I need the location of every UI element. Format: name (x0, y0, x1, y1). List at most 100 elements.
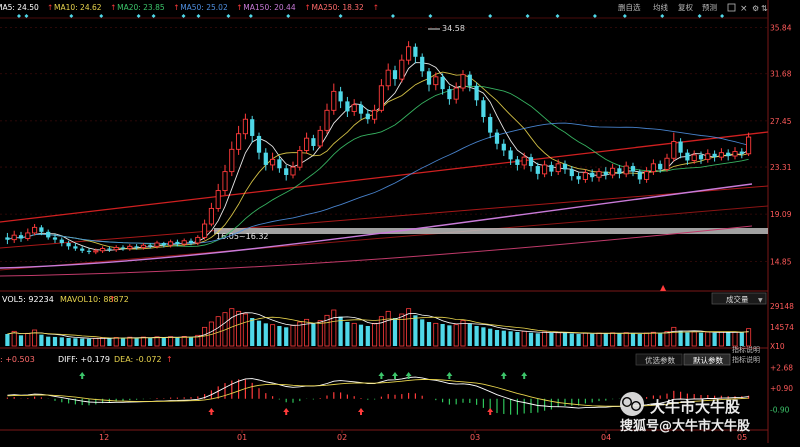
candle (453, 87, 459, 100)
volume-bar (610, 332, 616, 347)
volume-bar (25, 332, 31, 347)
volume-bar (154, 336, 160, 347)
mavol10-legend: MAVOL10: 88872 (60, 295, 129, 304)
volume-bar (134, 337, 139, 346)
volume-bar (576, 334, 581, 346)
candle (644, 171, 650, 180)
stock-chart: 16.05~16.32 34.58 MA5: 24.50 ↑ MA10: 24.62… (0, 0, 800, 443)
volume-bar (488, 328, 493, 346)
candle (32, 226, 38, 234)
volume-bar (107, 338, 112, 346)
dea-legend: DEA: -0.072 (114, 355, 162, 364)
candle (739, 151, 744, 154)
volume-bar (447, 325, 452, 346)
candle (188, 240, 194, 243)
candle (691, 154, 697, 161)
candle (515, 159, 520, 165)
volume-bar (528, 332, 534, 346)
candle (542, 164, 548, 175)
toolbar-item-adjust[interactable]: 复权 (678, 2, 693, 12)
volume-bar (474, 326, 479, 346)
candle (460, 74, 466, 89)
candle (555, 163, 561, 173)
candle (420, 56, 425, 72)
price-collapse-icon[interactable]: ▲ (660, 283, 667, 292)
x-tick-label: 01 (237, 433, 247, 442)
price-tick-label: 35.84 (770, 23, 792, 32)
volume-bar (358, 324, 364, 346)
candle (440, 76, 445, 90)
price-legend-item: MA5: 24.50 (0, 3, 39, 12)
macd-up-arrow-icon: ↑ (166, 355, 173, 364)
candle (284, 168, 289, 175)
candle (358, 104, 364, 114)
legend-up-arrow-icon: ↑ (236, 3, 242, 12)
candle (148, 245, 153, 247)
candle (413, 46, 418, 57)
volume-bar (263, 323, 268, 346)
volume-bar (549, 332, 554, 346)
volume-bar (297, 321, 303, 347)
volume-bar (236, 310, 242, 347)
volume-bar (86, 338, 92, 346)
volume-bar (542, 331, 548, 347)
volume-bar (290, 324, 296, 347)
candle (678, 141, 683, 153)
indicator-help-top[interactable]: 指标说明 (732, 345, 760, 354)
toolbar-item-ma[interactable]: 均线 (653, 2, 668, 12)
toolbar-gear-icon[interactable]: ⚙ (752, 4, 759, 13)
indicator-help-bottom[interactable]: 指标说明 (732, 355, 760, 364)
volume-bar (80, 338, 85, 346)
candle (175, 241, 180, 245)
toolbar-arrow-icon[interactable]: ⇅ (761, 4, 768, 13)
candle (277, 159, 282, 169)
volume-bar (746, 328, 752, 347)
volume-bar (345, 322, 350, 346)
candle (562, 163, 568, 170)
candle (406, 46, 412, 61)
candle (317, 129, 323, 147)
candle (154, 242, 160, 247)
candle (168, 241, 174, 246)
candle (433, 76, 439, 86)
candle (263, 152, 268, 165)
candle (528, 157, 534, 167)
candle (270, 158, 276, 166)
toolbar-close-icon[interactable]: × (740, 4, 748, 14)
candle (426, 71, 432, 85)
candle (222, 171, 228, 192)
volume-bar (399, 313, 405, 347)
candle (501, 143, 506, 151)
stock-chart-app: 16.05~16.32 34.58 MA5: 24.50 ↑ MA10: 24.62… (0, 0, 800, 443)
price-tick-label: 31.68 (770, 70, 792, 79)
candle (73, 246, 78, 249)
volume-bar (202, 326, 208, 347)
default-params-label: 默认参数 (693, 355, 723, 365)
volume-bar (705, 331, 711, 347)
candle (345, 101, 350, 112)
toolbar-item-watchlist[interactable]: 删自选 (618, 2, 641, 12)
macd-tick-label: +0.90 (770, 384, 793, 393)
candle (535, 166, 540, 174)
volume-bar (59, 337, 64, 346)
candle (304, 137, 310, 151)
volume-bar (617, 333, 622, 346)
volume-bar (630, 333, 636, 346)
peak-label: 34.58 (442, 24, 465, 33)
toolbar-item-forecast[interactable]: 预测 (702, 2, 717, 12)
volume-bar (460, 320, 466, 347)
volume-bar (18, 335, 24, 346)
volume-bar (426, 322, 432, 346)
candle (596, 171, 602, 178)
candle (86, 250, 92, 252)
volume-bar (277, 326, 282, 346)
volume-bar (494, 330, 500, 346)
x-tick-label: 05 (737, 433, 747, 442)
price-tick-label: 14.85 (770, 257, 792, 266)
candle (637, 171, 642, 180)
candle (236, 133, 242, 150)
volume-bar (691, 331, 697, 347)
chevron-down-icon: ▼ (758, 297, 763, 304)
price-legend-item: MA250: 18.32 (312, 3, 365, 12)
volume-bar (127, 336, 133, 347)
